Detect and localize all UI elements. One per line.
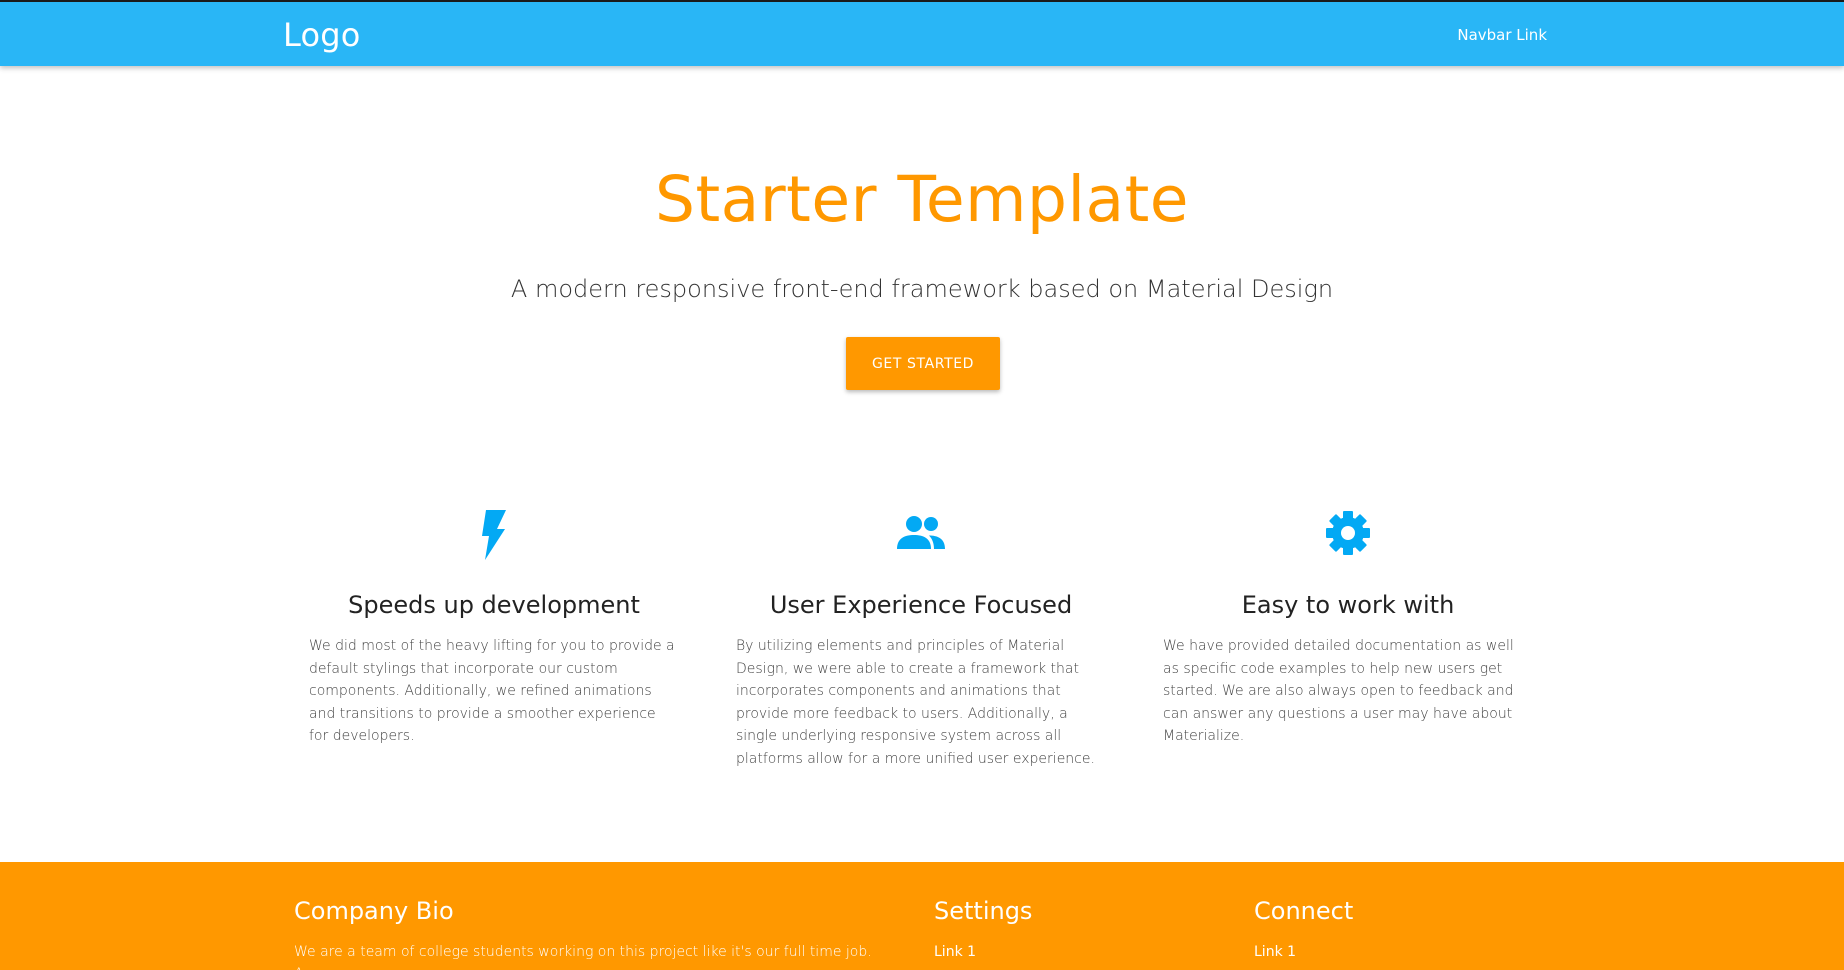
settings-icon xyxy=(1326,511,1370,555)
feature-text: We did most of the heavy lifting for you… xyxy=(309,638,675,744)
brand-logo[interactable]: Logo xyxy=(283,16,361,54)
flash-icon xyxy=(482,510,506,560)
feature-ux: User Experience Focused By utilizing ele… xyxy=(736,505,1106,770)
footer-settings-heading: Settings xyxy=(934,897,1033,925)
feature-text: By utilizing elements and principles of … xyxy=(736,638,1095,767)
hero-subtitle: A modern responsive front-end framework … xyxy=(510,275,1334,303)
feature-speed: Speeds up development We did most of the… xyxy=(309,505,679,748)
hero-title: Starter Template xyxy=(654,163,1190,236)
feature-easy: Easy to work with We have provided detai… xyxy=(1163,505,1533,748)
footer-settings-link-1[interactable]: Link 1 xyxy=(934,944,976,960)
feature-title: Speeds up development xyxy=(348,591,640,619)
footer: Company Bio We are a team of college stu… xyxy=(0,862,1844,970)
feature-title: User Experience Focused xyxy=(769,591,1073,619)
page: Logo Navbar Link Starter Template A mode… xyxy=(0,0,1844,970)
footer-bio-text: We are a team of college students workin… xyxy=(294,944,872,970)
navbar-link[interactable]: Navbar Link xyxy=(1457,26,1547,44)
footer-connect-item: Link 1 xyxy=(1254,941,1296,963)
footer-connect-list: Link 1 xyxy=(1254,941,1296,963)
footer-settings-item: Link 1 xyxy=(934,941,976,963)
footer-connect-link-1[interactable]: Link 1 xyxy=(1254,944,1296,960)
feature-title: Easy to work with xyxy=(1241,591,1455,619)
get-started-button[interactable]: Get Started xyxy=(846,337,1000,390)
footer-settings-list: Link 1 xyxy=(934,941,976,963)
group-icon xyxy=(897,516,945,549)
navbar: Logo Navbar Link xyxy=(0,0,1844,66)
footer-bio-heading: Company Bio xyxy=(294,897,454,925)
feature-text: We have provided detailed documentation … xyxy=(1163,638,1514,744)
footer-connect-heading: Connect xyxy=(1254,897,1354,925)
